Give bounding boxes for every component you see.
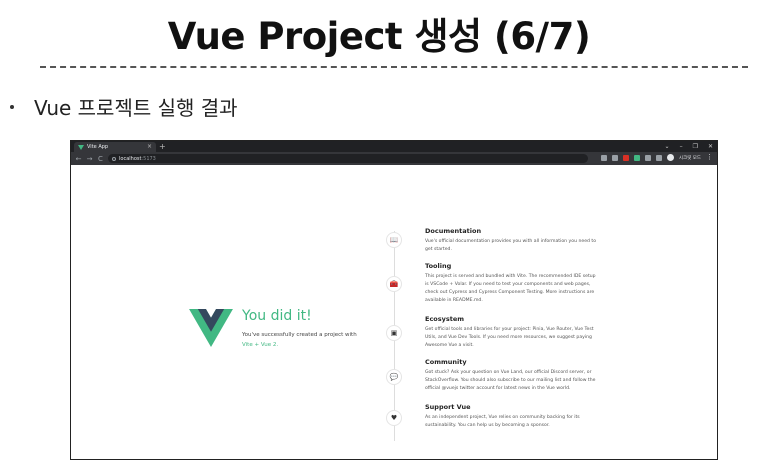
new-tab-button[interactable]: + (159, 141, 166, 152)
vue-favicon-icon (78, 144, 84, 150)
slide-title: Vue Project 생성 (6/7) (167, 15, 591, 58)
hero-link[interactable]: Vite + Vue 2. (242, 342, 278, 348)
url-port: :5173 (141, 155, 156, 162)
welcome-item-documentation: Documentation Vue's official documentati… (425, 227, 597, 254)
browser-screenshot: Vite App × + ⌄ – ❐ ✕ ← → C localhost:517… (70, 140, 718, 460)
item-heading: Ecosystem (425, 315, 465, 323)
side-panel-icon[interactable] (655, 154, 662, 161)
welcome-item-support: Support Vue As an independent project, V… (425, 403, 597, 430)
item-desc: Vue's official documentation provides yo… (425, 239, 597, 252)
vue-devtools-icon[interactable] (633, 154, 640, 161)
heart-icon: ♥ (386, 410, 402, 426)
item-desc: Got stuck? Ask your question on Vue Land… (425, 370, 596, 391)
profile-name: 시크릿 모드 (678, 155, 701, 161)
reload-icon[interactable]: C (97, 155, 104, 163)
browser-toolbar: ← → C localhost:5173 시크릿 모드 ⋮ (71, 152, 717, 165)
translate-icon[interactable] (600, 154, 607, 161)
browser-tab[interactable]: Vite App × (74, 142, 156, 152)
forward-icon[interactable]: → (86, 155, 93, 163)
address-bar[interactable]: localhost:5173 (108, 154, 588, 163)
item-desc: As an independent project, Vue relies on… (425, 415, 580, 428)
dashed-divider (40, 66, 748, 68)
hero-text-main: You've successfully created a project wi… (242, 332, 357, 338)
item-heading: Documentation (425, 227, 482, 235)
browser-tab-bar: Vite App × + ⌄ – ❐ ✕ (71, 141, 717, 152)
tab-title: Vite App (87, 144, 109, 150)
vue-logo-icon (189, 309, 233, 347)
close-window-icon[interactable]: ✕ (708, 141, 713, 152)
extensions-puzzle-icon[interactable] (644, 154, 651, 161)
back-icon[interactable]: ← (75, 155, 82, 163)
vue-app-page: You did it! You've successfully created … (71, 165, 717, 459)
bullet-dot-icon (10, 104, 14, 109)
welcome-item-community: Community Got stuck? Ask your question o… (425, 358, 597, 393)
restore-icon[interactable]: ❐ (693, 141, 698, 152)
tab-close-icon[interactable]: × (147, 144, 152, 150)
book-icon: 📖 (386, 232, 402, 248)
tab-search-icon[interactable]: ⌄ (665, 141, 670, 152)
community-icon: 💬 (386, 369, 402, 385)
site-info-icon[interactable] (112, 156, 116, 161)
toolbox-icon: 🧰 (386, 276, 402, 292)
minimize-icon[interactable]: – (680, 141, 683, 152)
profile-avatar[interactable] (666, 154, 674, 161)
bookmark-star-icon[interactable] (611, 154, 618, 161)
menu-dots-icon[interactable]: ⋮ (706, 154, 713, 161)
item-heading: Community (425, 358, 467, 366)
item-desc: Get official tools and libraries for you… (425, 327, 594, 348)
welcome-item-ecosystem: Ecosystem Get official tools and librari… (425, 315, 597, 350)
extension-red-icon[interactable] (622, 154, 629, 161)
ecosystem-icon: ▣ (386, 325, 402, 341)
item-heading: Support Vue (425, 403, 471, 411)
bullet-text: Vue 프로젝트 실행 결과 (34, 96, 238, 120)
item-desc: This project is served and bundled with … (425, 274, 596, 303)
welcome-item-tooling: Tooling This project is served and bundl… (425, 262, 597, 305)
extensions-area: 시크릿 모드 ⋮ (600, 154, 713, 161)
window-controls: ⌄ – ❐ ✕ (665, 141, 713, 152)
item-heading: Tooling (425, 262, 452, 270)
bullet-item: Vue 프로젝트 실행 결과 (6, 92, 238, 121)
hero-text: You've successfully created a project wi… (242, 330, 372, 350)
url-host: localhost (119, 155, 142, 162)
hero-title: You did it! (242, 308, 312, 324)
